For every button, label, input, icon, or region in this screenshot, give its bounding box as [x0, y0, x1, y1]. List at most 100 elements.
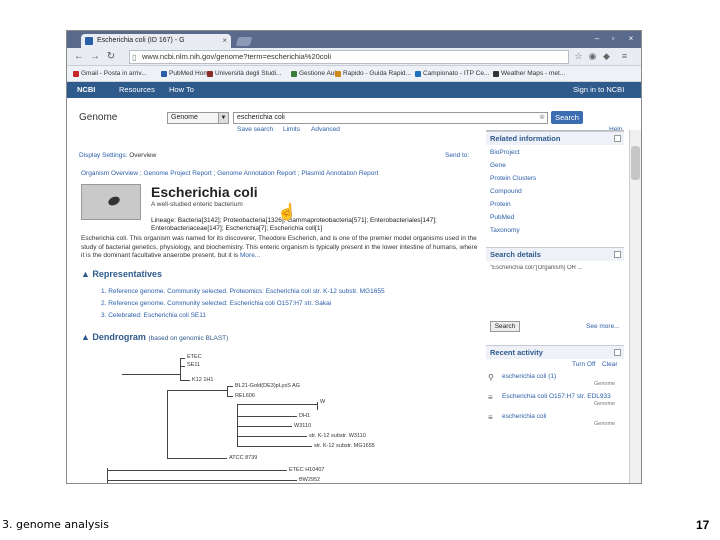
reload-icon[interactable]: ↻: [105, 51, 117, 63]
slide-footer-title: 3. genome analysis: [2, 518, 109, 531]
organism-title: Escherichia coli: [151, 184, 258, 200]
bookmark-item[interactable]: Campionato - ITP Ce...: [415, 69, 489, 79]
see-more-link[interactable]: See more...: [586, 323, 620, 330]
related-item[interactable]: Compound: [490, 188, 522, 195]
related-item[interactable]: Protein: [490, 201, 511, 208]
search-details-header[interactable]: Search details: [486, 247, 624, 261]
toggle-icon[interactable]: [614, 251, 621, 258]
bookmark-star-icon[interactable]: ☆: [573, 51, 584, 62]
browser-toolbar: ← → ↻ ▯ www.ncbi.nlm.nih.gov/genome?term…: [67, 48, 641, 66]
send-to-link[interactable]: Send to:: [445, 152, 469, 159]
clear-icon[interactable]: ⊗: [539, 113, 545, 123]
database-select[interactable]: Genome ▼: [167, 112, 229, 124]
toggle-icon[interactable]: [614, 135, 621, 142]
search-button[interactable]: Search: [551, 111, 583, 124]
display-settings[interactable]: Display Settings: Overview: [79, 152, 156, 159]
minimize-icon[interactable]: –: [589, 33, 605, 44]
hand-cursor-icon: ☝: [277, 204, 297, 221]
details-search-button[interactable]: Search: [490, 321, 520, 332]
browser-tab[interactable]: Escherichia coli (ID 167) - G ×: [81, 34, 231, 48]
extension-icon[interactable]: ◉: [587, 51, 598, 62]
related-info-header[interactable]: Related information: [486, 131, 624, 145]
document-icon: ≡: [488, 413, 493, 422]
recent-item[interactable]: escherichia coli: [502, 413, 546, 420]
recent-item-db: Genome: [594, 401, 616, 407]
collapse-icon: ▲: [81, 269, 93, 279]
bookmark-icon: [291, 71, 297, 77]
tab-strip: Escherichia coli (ID 167) - G × – ▫ ×: [67, 31, 641, 48]
representative-item[interactable]: 1. Reference genome. Community selected.…: [101, 288, 385, 295]
page-scrollbar[interactable]: [629, 130, 641, 483]
recent-item[interactable]: escherichia coli (1): [502, 373, 556, 380]
related-item[interactable]: Protein Clusters: [490, 175, 536, 182]
organism-subtitle: A well-studied enteric bacterium: [151, 201, 243, 208]
ncbi-favicon-icon: [85, 37, 93, 45]
close-window-icon[interactable]: ×: [623, 33, 639, 44]
bookmark-item[interactable]: Rapido - Guida Rapid...: [335, 69, 411, 79]
recent-activity-header[interactable]: Recent activity: [486, 345, 624, 359]
browser-window: Escherichia coli (ID 167) - G × – ▫ × ← …: [66, 30, 642, 484]
related-item[interactable]: BioProject: [490, 149, 520, 156]
bookmark-item[interactable]: Gmail - Posta in arriv...: [73, 69, 147, 79]
bookmark-icon: [335, 71, 341, 77]
sign-in-link[interactable]: Sign in to NCBI: [573, 82, 624, 98]
close-tab-icon[interactable]: ×: [222, 34, 227, 48]
bacterium-image: [106, 194, 122, 208]
turn-off-link[interactable]: Turn Off: [572, 361, 595, 368]
related-item[interactable]: Gene: [490, 162, 506, 169]
scrollbar-thumb[interactable]: [631, 146, 640, 180]
search-input[interactable]: escherichia coli ⊗: [233, 112, 548, 124]
document-icon: ≡: [488, 393, 493, 402]
back-arrow-icon[interactable]: ←: [73, 51, 85, 63]
bookmark-item[interactable]: Università degli Studi...: [207, 69, 281, 79]
recent-item-db: Genome: [594, 421, 616, 427]
right-sidebar: Related information BioProject Gene Prot…: [486, 130, 624, 429]
search-row: Genome Genome ▼ escherichia coli ⊗ Searc…: [67, 98, 641, 133]
address-bar[interactable]: ▯ www.ncbi.nlm.nih.gov/genome?term=esche…: [129, 50, 569, 64]
ncbi-logo[interactable]: NCBI: [77, 82, 95, 98]
new-tab-button[interactable]: [235, 37, 253, 46]
how-to-menu[interactable]: How To: [169, 82, 194, 98]
page-icon: ▯: [132, 53, 137, 62]
recent-item[interactable]: Escherichia coli O157:H7 str. EDL933: [502, 393, 611, 400]
toggle-icon[interactable]: [614, 349, 621, 356]
dendrogram-header[interactable]: ▲ Dendrogram (based on genomic BLAST): [81, 332, 228, 342]
weather-icon: [493, 71, 499, 77]
clear-link[interactable]: Clear: [602, 361, 618, 368]
extension-icon-2[interactable]: ◆: [601, 51, 612, 62]
representatives-header[interactable]: ▲ Representatives: [81, 269, 162, 279]
resources-menu[interactable]: Resources: [119, 82, 155, 98]
ncbi-header: NCBI Resources How To Sign in to NCBI: [67, 82, 641, 98]
forward-arrow-icon[interactable]: →: [89, 51, 101, 63]
slide-page-number: 17: [696, 518, 710, 532]
search-details-query: "Escherichia coli"[Organism] OR ...: [490, 265, 583, 271]
related-item[interactable]: Taxonomy: [490, 227, 520, 234]
bookmark-item[interactable]: Weather Maps - met...: [493, 69, 565, 79]
representative-item[interactable]: 2. Reference genome. Community selected:…: [101, 300, 331, 307]
pubmed-icon: [161, 71, 167, 77]
related-item[interactable]: PubMed: [490, 214, 514, 221]
bookmark-icon: [415, 71, 421, 77]
organism-overview-tabs[interactable]: Organism Overview ; Genome Project Repor…: [81, 170, 378, 177]
recent-item-db: Genome: [594, 381, 616, 387]
organism-description: Escherichia coli. This organism was name…: [81, 235, 478, 259]
dendrogram: ETEC SE11 K12 1H1 BL21-Gold(DE3)pLysS AG…: [97, 350, 375, 483]
chevron-down-icon: ▼: [218, 113, 228, 123]
representative-item[interactable]: 3. Celebrated: Escherichia coli SE11: [101, 312, 206, 319]
bookmark-item[interactable]: Gestione Aule: [291, 69, 339, 79]
maximize-icon[interactable]: ▫: [605, 33, 621, 44]
tab-title: Escherichia coli (ID 167) - G: [97, 37, 185, 44]
main-content: Display Settings: Overview Send to: Orga…: [67, 130, 641, 483]
database-name: Genome: [79, 112, 118, 123]
bookmarks-bar: Gmail - Posta in arriv... PubMed Home Un…: [67, 66, 641, 82]
related-info-box: Related information BioProject Gene Prot…: [486, 131, 624, 241]
address-text: www.ncbi.nlm.nih.gov/genome?term=escheri…: [142, 52, 332, 61]
recent-activity-box: Recent activity Turn Off Clear ⚲ escheri…: [486, 345, 624, 429]
search-icon: ⚲: [488, 373, 494, 382]
university-icon: [207, 71, 213, 77]
collapse-icon: ▲: [81, 332, 93, 342]
lineage: Lineage: Bacteria[3142]; Proteobacteria[…: [151, 217, 437, 232]
bookmark-item[interactable]: PubMed Home: [161, 69, 212, 79]
menu-icon[interactable]: ≡: [619, 51, 630, 62]
more-link[interactable]: More...: [240, 252, 260, 259]
